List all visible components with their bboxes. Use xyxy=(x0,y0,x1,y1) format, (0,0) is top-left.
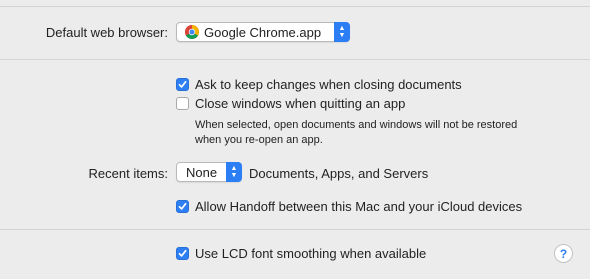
lcd-smoothing-label: Use LCD font smoothing when available xyxy=(195,246,427,261)
handoff-label: Allow Handoff between this Mac and your … xyxy=(195,199,523,214)
recent-items-popup[interactable]: None ▲ ▼ xyxy=(176,162,242,182)
checkmark-icon xyxy=(178,202,187,210)
separator-2 xyxy=(0,229,590,230)
ask-keep-changes-checkbox[interactable] xyxy=(176,78,189,91)
close-windows-label: Close windows when quitting an app xyxy=(195,96,406,111)
ask-keep-changes-row[interactable]: Ask to keep changes when closing documen… xyxy=(176,77,462,92)
popup-stepper-icon: ▲ ▼ xyxy=(334,22,350,42)
note-line-1: When selected, open documents and window… xyxy=(195,119,518,131)
checkmark-icon xyxy=(178,249,187,257)
help-button[interactable]: ? xyxy=(554,244,573,263)
popup-stepper-icon: ▲ ▼ xyxy=(226,162,242,182)
separator-1 xyxy=(0,59,590,60)
close-windows-row[interactable]: Close windows when quitting an app xyxy=(176,96,405,111)
note-line-2: when you re-open an app. xyxy=(195,134,323,146)
recent-items-label: Recent items: xyxy=(88,166,168,181)
recent-items-value: None xyxy=(186,164,218,180)
default-browser-popup[interactable]: Google Chrome.app ▲ ▼ xyxy=(176,22,350,42)
question-mark-icon: ? xyxy=(559,246,568,261)
checkmark-icon xyxy=(178,80,187,88)
default-browser-value: Google Chrome.app xyxy=(204,24,322,40)
handoff-checkbox[interactable] xyxy=(176,200,189,213)
lcd-smoothing-checkbox[interactable] xyxy=(176,247,189,260)
handoff-row[interactable]: Allow Handoff between this Mac and your … xyxy=(176,199,522,214)
chrome-icon xyxy=(185,25,199,39)
close-windows-checkbox[interactable] xyxy=(176,97,189,110)
default-browser-label: Default web browser: xyxy=(45,25,168,40)
ask-keep-changes-label: Ask to keep changes when closing documen… xyxy=(195,77,462,92)
recent-items-suffix: Documents, Apps, and Servers xyxy=(249,166,429,181)
top-separator xyxy=(0,6,590,7)
lcd-smoothing-row[interactable]: Use LCD font smoothing when available xyxy=(176,246,426,261)
close-windows-note: When selected, open documents and window… xyxy=(195,118,555,148)
